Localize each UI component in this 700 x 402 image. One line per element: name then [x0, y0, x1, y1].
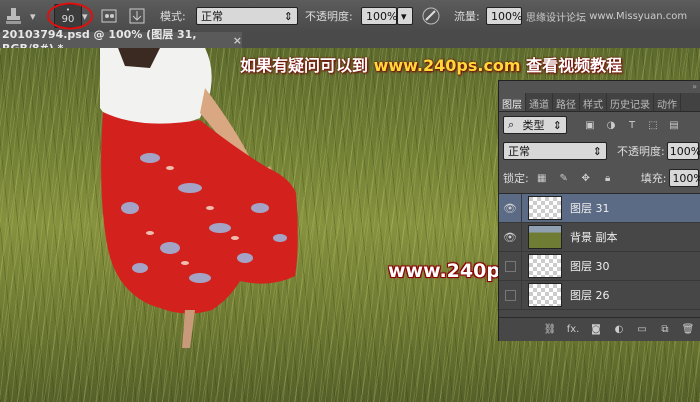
tab-history[interactable]: 历史记录 [607, 93, 654, 111]
blend-mode-value: 正常 [508, 145, 530, 158]
fill-value: 100% [672, 171, 700, 185]
opacity-value: 100% [366, 9, 398, 23]
filter-shape-icon[interactable]: ⬚ [646, 118, 660, 132]
layer-thumbnail [528, 283, 562, 307]
filter-pixel-icon[interactable]: ▣ [583, 118, 597, 132]
layer-opacity-label: 不透明度: [617, 145, 665, 158]
layer-row[interactable]: 图层 30 [499, 252, 700, 281]
site-watermark-name: 思缘设计论坛 [526, 12, 586, 24]
layer-name: 图层 30 [570, 260, 610, 273]
site-watermark: 思缘设计论坛 www.Missyuan.com [526, 6, 687, 26]
add-mask-icon[interactable]: ◙ [589, 323, 603, 337]
layers-panel: » 图层 通道 路径 样式 历史记录 动作 ⌕ 类型 ⇕ ▣ ◑ T ⬚ ▤ 正… [498, 80, 700, 341]
flow-label: 流量: [454, 10, 480, 23]
layer-name: 图层 31 [570, 202, 610, 215]
brush-panel-toggle-icon[interactable] [100, 6, 118, 26]
pressure-opacity-icon[interactable] [420, 6, 442, 26]
document-tab[interactable]: 20103794.psd @ 100% (图层 31, RGB/8#) * × [0, 28, 242, 55]
delete-layer-icon[interactable]: 🗑︎ [681, 323, 695, 337]
tab-actions[interactable]: 动作 [654, 93, 681, 111]
tab-styles[interactable]: 样式 [580, 93, 607, 111]
banner-suffix: 查看视频教程 [526, 56, 623, 75]
blend-mode-select[interactable]: 正常 ⇕ [503, 142, 607, 160]
tool-preset-dropdown-icon[interactable]: ▾ [30, 6, 36, 26]
mode-value: 正常 [201, 10, 223, 23]
layers-list: 👁︎ 图层 31 👁︎ 背景 副本 图层 30 图层 26 [499, 193, 700, 318]
banner-text: 如果有疑问可以到 [240, 56, 369, 75]
filter-type-icon[interactable]: T [625, 118, 639, 132]
lock-image-icon[interactable]: ✎ [557, 171, 571, 185]
tab-layers[interactable]: 图层 [499, 93, 526, 111]
layer-name: 背景 副本 [570, 231, 618, 244]
layer-row[interactable]: 👁︎ 背景 副本 [499, 223, 700, 252]
document-tab-bar: 20103794.psd @ 100% (图层 31, RGB/8#) * × [0, 28, 700, 55]
layer-thumbnail [528, 196, 562, 220]
new-group-icon[interactable]: ▭ [635, 323, 649, 337]
chevron-updown-icon: ⇕ [592, 144, 602, 158]
tab-paths[interactable]: 路径 [553, 93, 580, 111]
clone-stamp-tool-icon[interactable] [3, 6, 25, 26]
mode-label: 模式: [160, 10, 186, 23]
opacity-input[interactable]: 100% [361, 7, 397, 25]
chevron-down-icon: ▾ [401, 9, 407, 23]
lock-position-icon[interactable]: ✥ [579, 171, 593, 185]
chevron-updown-icon: ⇕ [552, 118, 562, 132]
clone-source-panel-icon[interactable] [128, 6, 146, 26]
layer-filter-value: 类型 [522, 119, 545, 132]
layer-row[interactable]: 👁︎ 图层 31 [499, 194, 700, 223]
flow-value: 100% [491, 9, 523, 23]
lock-all-icon[interactable]: 🔒︎ [601, 171, 615, 185]
fill-label: 填充: [640, 172, 667, 185]
new-layer-icon[interactable]: ⧉ [658, 323, 672, 337]
woman-in-red-skirt-image [100, 48, 298, 348]
fill-input[interactable]: 100% [669, 169, 700, 187]
filter-smart-object-icon[interactable]: ▤ [667, 118, 681, 132]
layer-opacity-input[interactable]: 100% [666, 142, 700, 160]
lock-transparent-icon[interactable]: ▦ [535, 171, 549, 185]
tab-channels[interactable]: 通道 [526, 93, 553, 111]
panel-collapse-icon[interactable]: » [692, 82, 697, 91]
layer-row[interactable]: 图层 26 [499, 281, 700, 310]
opacity-label: 不透明度: [305, 10, 353, 23]
add-layer-style-icon[interactable]: fx. [566, 323, 580, 337]
layer-name: 图层 26 [570, 289, 610, 302]
search-icon: ⌕ [508, 118, 515, 131]
lock-label: 锁定: [503, 172, 529, 185]
link-layers-icon[interactable]: ⛓︎ [543, 323, 557, 337]
panel-tabs: 图层 通道 路径 样式 历史记录 动作 [499, 93, 700, 112]
eye-icon[interactable]: 👁︎ [499, 194, 522, 222]
layer-filter-select[interactable]: ⌕ 类型 ⇕ [503, 116, 567, 134]
visibility-off-icon[interactable] [499, 281, 522, 309]
tutorial-banner: 如果有疑问可以到 www.240ps.com 查看视频教程 [240, 52, 622, 76]
close-icon[interactable]: × [233, 34, 242, 47]
layers-panel-footer: ⛓︎ fx. ◙ ◐ ▭ ⧉ 🗑︎ [499, 317, 700, 341]
opacity-dropdown[interactable]: ▾ [397, 7, 413, 25]
layer-thumbnail [528, 254, 562, 278]
flow-input[interactable]: 100% [486, 7, 522, 25]
layer-thumbnail [528, 225, 562, 249]
mode-select[interactable]: 正常 ⇕ [196, 7, 298, 25]
new-adjustment-layer-icon[interactable]: ◐ [612, 323, 626, 337]
layer-opacity-value: 100% [669, 144, 700, 158]
eye-icon[interactable]: 👁︎ [499, 223, 522, 251]
visibility-off-icon[interactable] [499, 252, 522, 280]
site-watermark-url: www.Missyuan.com [589, 10, 688, 22]
chevron-updown-icon: ⇕ [283, 9, 293, 23]
filter-adjustment-icon[interactable]: ◑ [604, 118, 618, 132]
banner-url: www.240ps.com [373, 56, 521, 75]
